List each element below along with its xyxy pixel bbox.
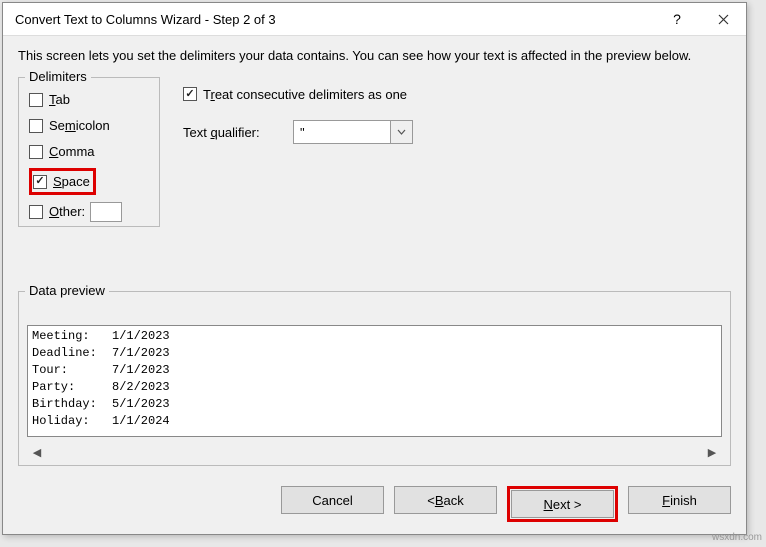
preview-row: Meeting:1/1/2023 xyxy=(32,328,717,345)
scroll-left-icon[interactable]: ◀ xyxy=(29,444,45,460)
back-button[interactable]: < Back xyxy=(394,486,497,514)
watermark: wsxdn.com xyxy=(712,532,762,543)
space-highlight: Space xyxy=(29,168,96,195)
treat-consecutive-row[interactable]: Treat consecutive delimiters as one xyxy=(183,83,731,105)
preview-box: Meeting:1/1/2023Deadline:7/1/2023Tour:7/… xyxy=(27,325,722,437)
preview-row: Holiday:1/1/2024 xyxy=(32,413,717,430)
close-button[interactable] xyxy=(700,3,746,36)
space-checkbox-row[interactable]: Space xyxy=(33,172,90,191)
space-checkbox[interactable] xyxy=(33,175,47,189)
tab-label: Tab xyxy=(49,92,70,107)
next-button[interactable]: Next > xyxy=(511,490,614,518)
other-input[interactable] xyxy=(90,202,122,222)
preview-row: Party:8/2/2023 xyxy=(32,379,717,396)
data-preview-group: Data preview Meeting:1/1/2023Deadline:7/… xyxy=(18,291,731,466)
text-qualifier-select[interactable]: " xyxy=(293,120,413,144)
scroll-right-icon[interactable]: ▶ xyxy=(704,444,720,460)
wizard-dialog: Convert Text to Columns Wizard - Step 2 … xyxy=(2,2,747,535)
semicolon-checkbox-row[interactable]: Semicolon xyxy=(29,116,149,135)
cancel-button[interactable]: Cancel xyxy=(281,486,384,514)
treat-consecutive-checkbox[interactable] xyxy=(183,87,197,101)
semicolon-checkbox[interactable] xyxy=(29,119,43,133)
semicolon-label: Semicolon xyxy=(49,118,110,133)
help-button[interactable]: ? xyxy=(654,3,700,36)
dialog-content: This screen lets you set the delimiters … xyxy=(3,36,746,478)
text-qualifier-label: Text qualifier: xyxy=(183,125,293,140)
close-icon xyxy=(718,14,729,25)
preview-legend: Data preview xyxy=(25,283,109,298)
comma-checkbox-row[interactable]: Comma xyxy=(29,142,149,161)
button-row: Cancel < Back Next > Finish xyxy=(281,486,731,522)
delimiters-legend: Delimiters xyxy=(25,69,91,84)
comma-label: Comma xyxy=(49,144,95,159)
text-qualifier-value: " xyxy=(300,125,305,140)
preview-row: Birthday:5/1/2023 xyxy=(32,396,717,413)
tab-checkbox[interactable] xyxy=(29,93,43,107)
other-label: Other: xyxy=(49,204,85,219)
qualifier-dropdown-button[interactable] xyxy=(390,121,412,143)
description-text: This screen lets you set the delimiters … xyxy=(18,48,731,63)
other-checkbox[interactable] xyxy=(29,205,43,219)
delimiters-group: Delimiters Tab Semicolon Comma Space xyxy=(18,77,160,227)
tab-checkbox-row[interactable]: Tab xyxy=(29,90,149,109)
comma-checkbox[interactable] xyxy=(29,145,43,159)
preview-row: Deadline:7/1/2023 xyxy=(32,345,717,362)
finish-button[interactable]: Finish xyxy=(628,486,731,514)
options-panel: Treat consecutive delimiters as one Text… xyxy=(183,77,731,143)
preview-row: Tour:7/1/2023 xyxy=(32,362,717,379)
treat-consecutive-label: Treat consecutive delimiters as one xyxy=(203,87,407,102)
titlebar: Convert Text to Columns Wizard - Step 2 … xyxy=(3,3,746,36)
text-qualifier-row: Text qualifier: " xyxy=(183,121,731,143)
space-label: Space xyxy=(53,174,90,189)
chevron-down-icon xyxy=(397,129,406,135)
horizontal-scrollbar[interactable]: ◀ ▶ xyxy=(27,443,722,461)
next-highlight: Next > xyxy=(507,486,618,522)
dialog-title: Convert Text to Columns Wizard - Step 2 … xyxy=(15,12,654,27)
other-checkbox-row[interactable]: Other: xyxy=(29,202,149,221)
